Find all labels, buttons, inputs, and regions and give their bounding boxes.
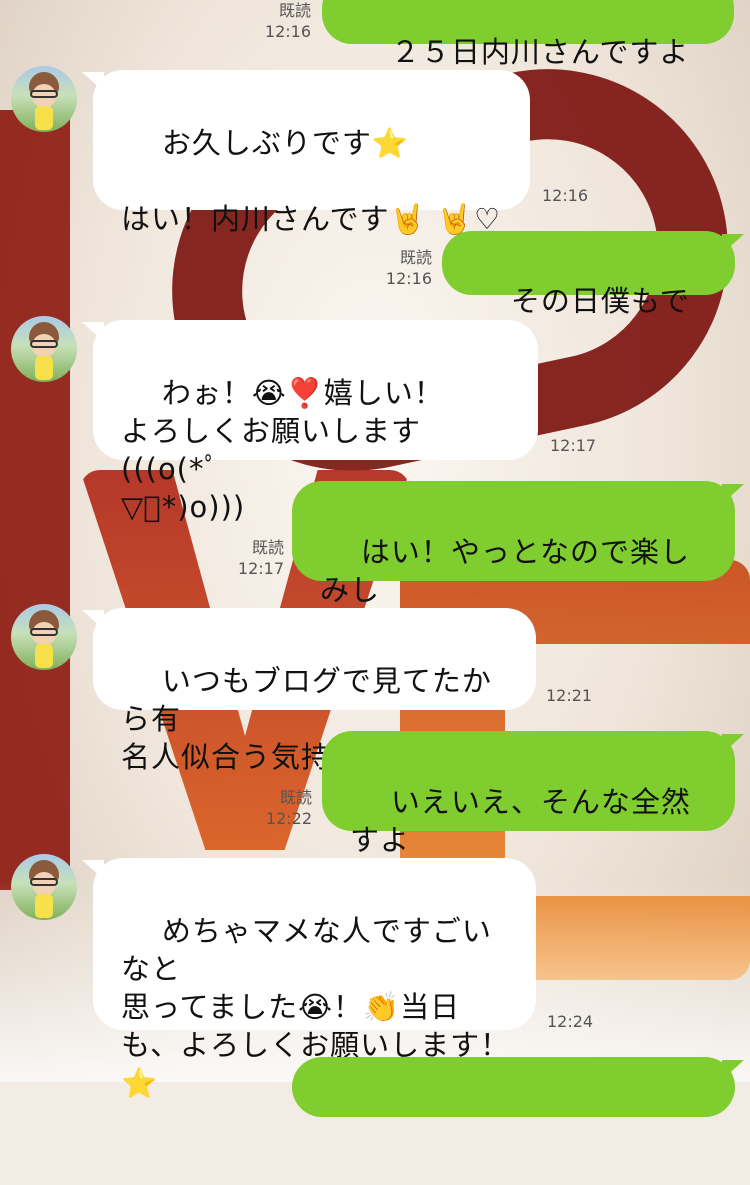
incoming-message-bubble[interactable]: お久しぶりです⭐ はい！内川さんです🤘 🤘♡: [93, 70, 530, 236]
chat-message-list[interactable]: 既読 12:16 ２５日内川さんですよね？ お久しぶりです⭐ はい！内川さんです…: [0, 0, 750, 1117]
outgoing-message-bubble[interactable]: いえいえ、そんな全然すよ ww: [322, 731, 735, 895]
contact-avatar[interactable]: [11, 604, 77, 670]
outgoing-message-bubble[interactable]: その日僕もです！: [442, 231, 735, 356]
contact-avatar[interactable]: [11, 66, 77, 132]
message-time: 12:17: [237, 559, 284, 578]
message-time: 12:21: [546, 686, 593, 705]
incoming-message-bubble[interactable]: わぉ！😭❣️嬉しい！ よろしくお願いします(((o(*ﾟ ▽ﾟ*)o))): [93, 320, 538, 524]
outgoing-message-bubble-partial[interactable]: [292, 1057, 735, 1117]
read-receipt: 既読 12:16: [255, 0, 311, 42]
outgoing-message-bubble[interactable]: ２５日内川さんですよね？: [322, 0, 734, 107]
read-receipt: 既読 12:17: [228, 537, 284, 579]
incoming-message-bubble[interactable]: いつもブログで見てたから有 名人似合う気持ちです😭 🤘: [93, 608, 536, 774]
read-receipt: 既読 12:22: [256, 787, 312, 829]
read-label: 既読: [279, 788, 312, 807]
read-label: 既読: [399, 248, 432, 267]
incoming-message-bubble[interactable]: めちゃマメな人ですごいなと 思ってました😭！👏当日 も、よろしくお願いします！ …: [93, 858, 536, 1100]
message-time: 12:24: [547, 1012, 594, 1031]
contact-avatar[interactable]: [11, 316, 77, 382]
read-receipt: 既読 12:16: [376, 247, 432, 289]
message-time: 12:17: [550, 436, 597, 455]
message-time: 12:16: [385, 269, 432, 288]
message-text: お久しぶりです⭐ はい！内川さんです🤘 🤘♡: [121, 126, 501, 236]
contact-avatar[interactable]: [11, 854, 77, 920]
read-label: 既読: [278, 1, 311, 20]
outgoing-message-bubble[interactable]: はい！やっとなので楽しみし てますね！: [292, 481, 735, 645]
message-time: 12:16: [542, 186, 589, 205]
message-time: 12:22: [265, 809, 312, 828]
message-time: 12:16: [264, 22, 311, 41]
read-label: 既読: [251, 538, 284, 557]
